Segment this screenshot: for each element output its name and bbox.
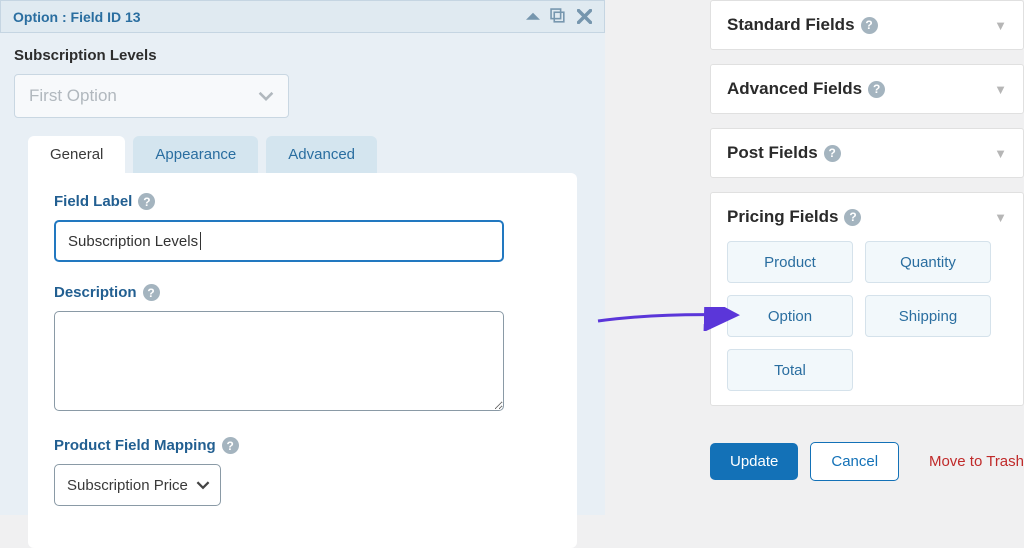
field-button-shipping[interactable]: Shipping: [865, 295, 991, 337]
text-cursor: [200, 232, 201, 250]
chevron-down-icon: ▼: [994, 210, 1007, 225]
duplicate-icon[interactable]: [550, 8, 567, 25]
panel-post-fields[interactable]: Post Fields ? ▼: [710, 128, 1024, 178]
label-description: Description ?: [54, 284, 551, 301]
field-header-title: Option : Field ID 13: [13, 9, 141, 25]
field-title: Subscription Levels: [14, 47, 591, 64]
chevron-down-icon: ▼: [994, 18, 1007, 33]
update-button[interactable]: Update: [710, 443, 798, 480]
help-icon[interactable]: ?: [861, 17, 878, 34]
first-option-placeholder: First Option: [29, 86, 117, 106]
help-icon[interactable]: ?: [143, 284, 160, 301]
form-actions: Update Cancel Move to Trash: [710, 442, 1024, 481]
input-field-label[interactable]: Subscription Levels: [54, 220, 504, 262]
panel-standard-fields[interactable]: Standard Fields ? ▼: [710, 0, 1024, 50]
help-icon[interactable]: ?: [824, 145, 841, 162]
tab-panel-general: Field Label ? Subscription Levels Descri…: [28, 173, 577, 548]
help-icon[interactable]: ?: [222, 437, 239, 454]
cancel-button[interactable]: Cancel: [810, 442, 899, 481]
pricing-fields-grid: Product Quantity Option Shipping Total: [711, 241, 1023, 405]
field-header-bar[interactable]: Option : Field ID 13: [0, 0, 605, 33]
tab-general[interactable]: General: [28, 136, 125, 173]
field-button-total[interactable]: Total: [727, 349, 853, 391]
help-icon[interactable]: ?: [844, 209, 861, 226]
field-button-quantity[interactable]: Quantity: [865, 241, 991, 283]
panel-pricing-fields: Pricing Fields ? ▼ Product Quantity Opti…: [710, 192, 1024, 406]
label-product-field-mapping: Product Field Mapping ?: [54, 437, 551, 454]
select-product-field-mapping[interactable]: Subscription Price: [54, 464, 221, 506]
label-field-label: Field Label ?: [54, 193, 551, 210]
help-icon[interactable]: ?: [138, 193, 155, 210]
first-option-select[interactable]: First Option: [14, 74, 289, 118]
field-button-product[interactable]: Product: [727, 241, 853, 283]
fields-sidebar: Standard Fields ? ▼ Advanced Fields ? ▼ …: [710, 0, 1024, 515]
panel-advanced-fields[interactable]: Advanced Fields ? ▼: [710, 64, 1024, 114]
collapse-up-icon[interactable]: [526, 10, 540, 24]
field-editor: Option : Field ID 13 Subscription Levels…: [0, 0, 605, 515]
tab-appearance[interactable]: Appearance: [133, 136, 258, 173]
chevron-down-icon: [196, 478, 210, 492]
chevron-down-icon: ▼: [994, 82, 1007, 97]
tab-advanced[interactable]: Advanced: [266, 136, 377, 173]
move-to-trash-link[interactable]: Move to Trash: [929, 453, 1024, 470]
chevron-down-icon: ▼: [994, 146, 1007, 161]
close-icon[interactable]: [577, 9, 592, 24]
field-header-actions: [526, 8, 592, 25]
input-description[interactable]: [54, 311, 504, 411]
field-button-option[interactable]: Option: [727, 295, 853, 337]
help-icon[interactable]: ?: [868, 81, 885, 98]
chevron-down-icon: [258, 88, 274, 104]
settings-tabs: General Appearance Advanced: [28, 136, 591, 173]
